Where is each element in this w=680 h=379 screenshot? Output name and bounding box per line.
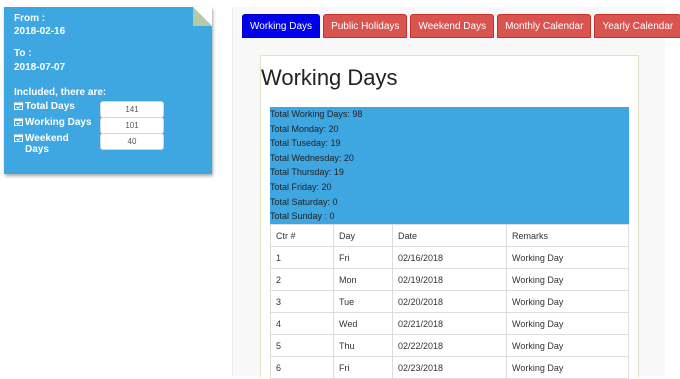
cell-remarks: Working Day: [506, 290, 629, 313]
summary-line: Total Sunday : 0: [270, 211, 335, 222]
column-header-remarks: Remarks: [506, 224, 629, 247]
total-days-label: Total Days: [25, 101, 75, 112]
weekend-days-label: Weekend Days: [25, 133, 69, 155]
table-row: 5 Thu 02/22/2018 Working Day: [270, 334, 629, 357]
summary-line: Total Working Days: 98: [270, 109, 363, 119]
cell-counter: 3: [270, 290, 334, 313]
cell-date: 02/20/2018: [392, 290, 507, 313]
tab-weekend-days[interactable]: Weekend Days: [410, 14, 495, 38]
column-header-day: Day: [333, 224, 393, 247]
table-row: 4 Wed 02/21/2018 Working Day: [270, 312, 629, 335]
page-title: Working Days: [261, 65, 398, 90]
tab-yearly-calendar[interactable]: Yearly Calendar: [594, 14, 680, 38]
summary-box: Total Working Days: 98 Total Monday: 20 …: [270, 107, 629, 224]
cell-day: Fri: [333, 246, 393, 269]
column-header-date: Date: [392, 224, 507, 247]
cell-counter: 1: [270, 246, 334, 269]
cell-counter: 6: [270, 356, 334, 379]
summary-line: Total Tuseday: 19: [270, 138, 341, 149]
table-row: 3 Tue 02/20/2018 Working Day: [270, 290, 629, 313]
calendar-check-icon: [14, 134, 23, 142]
summary-line: Total Thursday: 19: [270, 167, 344, 178]
from-label: From :: [14, 13, 46, 24]
weekend-days-row: Weekend Days: [14, 133, 74, 155]
note-fold-corner: [193, 7, 212, 26]
cell-date: 02/19/2018: [392, 268, 507, 291]
summary-line: Total Monday: 20: [270, 123, 339, 134]
tab-working-days[interactable]: Working Days: [242, 14, 321, 38]
working-days-row: Working Days: [14, 117, 100, 128]
cell-date: 02/23/2018: [392, 356, 507, 379]
summary-line: Total Friday: 20: [270, 181, 332, 192]
tab-public-holidays[interactable]: Public Holidays: [323, 14, 408, 38]
cell-counter: 2: [270, 268, 334, 291]
calendar-check-icon: [14, 118, 23, 126]
date-range-note: From : 2018-02-16 To : 2018-07-07 Includ…: [4, 7, 212, 174]
included-label: Included, there are:: [14, 87, 107, 98]
cell-counter: 5: [270, 334, 334, 357]
summary-line: Total Saturday: 0: [270, 196, 338, 207]
cell-remarks: Working Day: [506, 246, 629, 269]
table-row: 1 Fri 02/16/2018 Working Day: [270, 246, 629, 269]
cell-remarks: Working Day: [506, 334, 629, 357]
tab-monthly-calendar[interactable]: Monthly Calendar: [497, 14, 592, 38]
from-value: 2018-02-16: [14, 26, 66, 37]
column-header-counter: Ctr #: [270, 224, 334, 247]
cell-remarks: Working Day: [506, 268, 629, 291]
cell-day: Thu: [333, 334, 393, 357]
cell-remarks: Working Day: [506, 312, 629, 335]
calendar-check-icon: [14, 102, 23, 110]
cell-counter: 4: [270, 312, 334, 335]
summary-line: Total Wednesday: 20: [270, 152, 354, 163]
table-header-row: Ctr # Day Date Remarks: [270, 224, 629, 247]
working-days-table: Ctr # Day Date Remarks 1 Fri 02/16/2018 …: [270, 224, 629, 379]
working-days-value: 101: [100, 117, 164, 134]
working-days-label: Working Days: [25, 117, 92, 128]
cell-day: Fri: [333, 356, 393, 379]
total-days-row: Total Days: [14, 101, 100, 112]
to-value: 2018-07-07: [14, 62, 66, 73]
table-row: 6 Fri 02/23/2018 Working Day: [270, 356, 629, 379]
tab-bar: Working Days Public Holidays Weekend Day…: [242, 14, 680, 38]
to-label: To :: [14, 48, 32, 59]
cell-date: 02/16/2018: [392, 246, 507, 269]
cell-day: Mon: [333, 268, 393, 291]
table-row: 2 Mon 02/19/2018 Working Day: [270, 268, 629, 291]
total-days-value: 141: [100, 101, 164, 118]
cell-remarks: Working Day: [506, 356, 629, 379]
weekend-days-value: 40: [100, 133, 164, 150]
cell-day: Tue: [333, 290, 393, 313]
cell-date: 02/21/2018: [392, 312, 507, 335]
cell-day: Wed: [333, 312, 393, 335]
cell-date: 02/22/2018: [392, 334, 507, 357]
